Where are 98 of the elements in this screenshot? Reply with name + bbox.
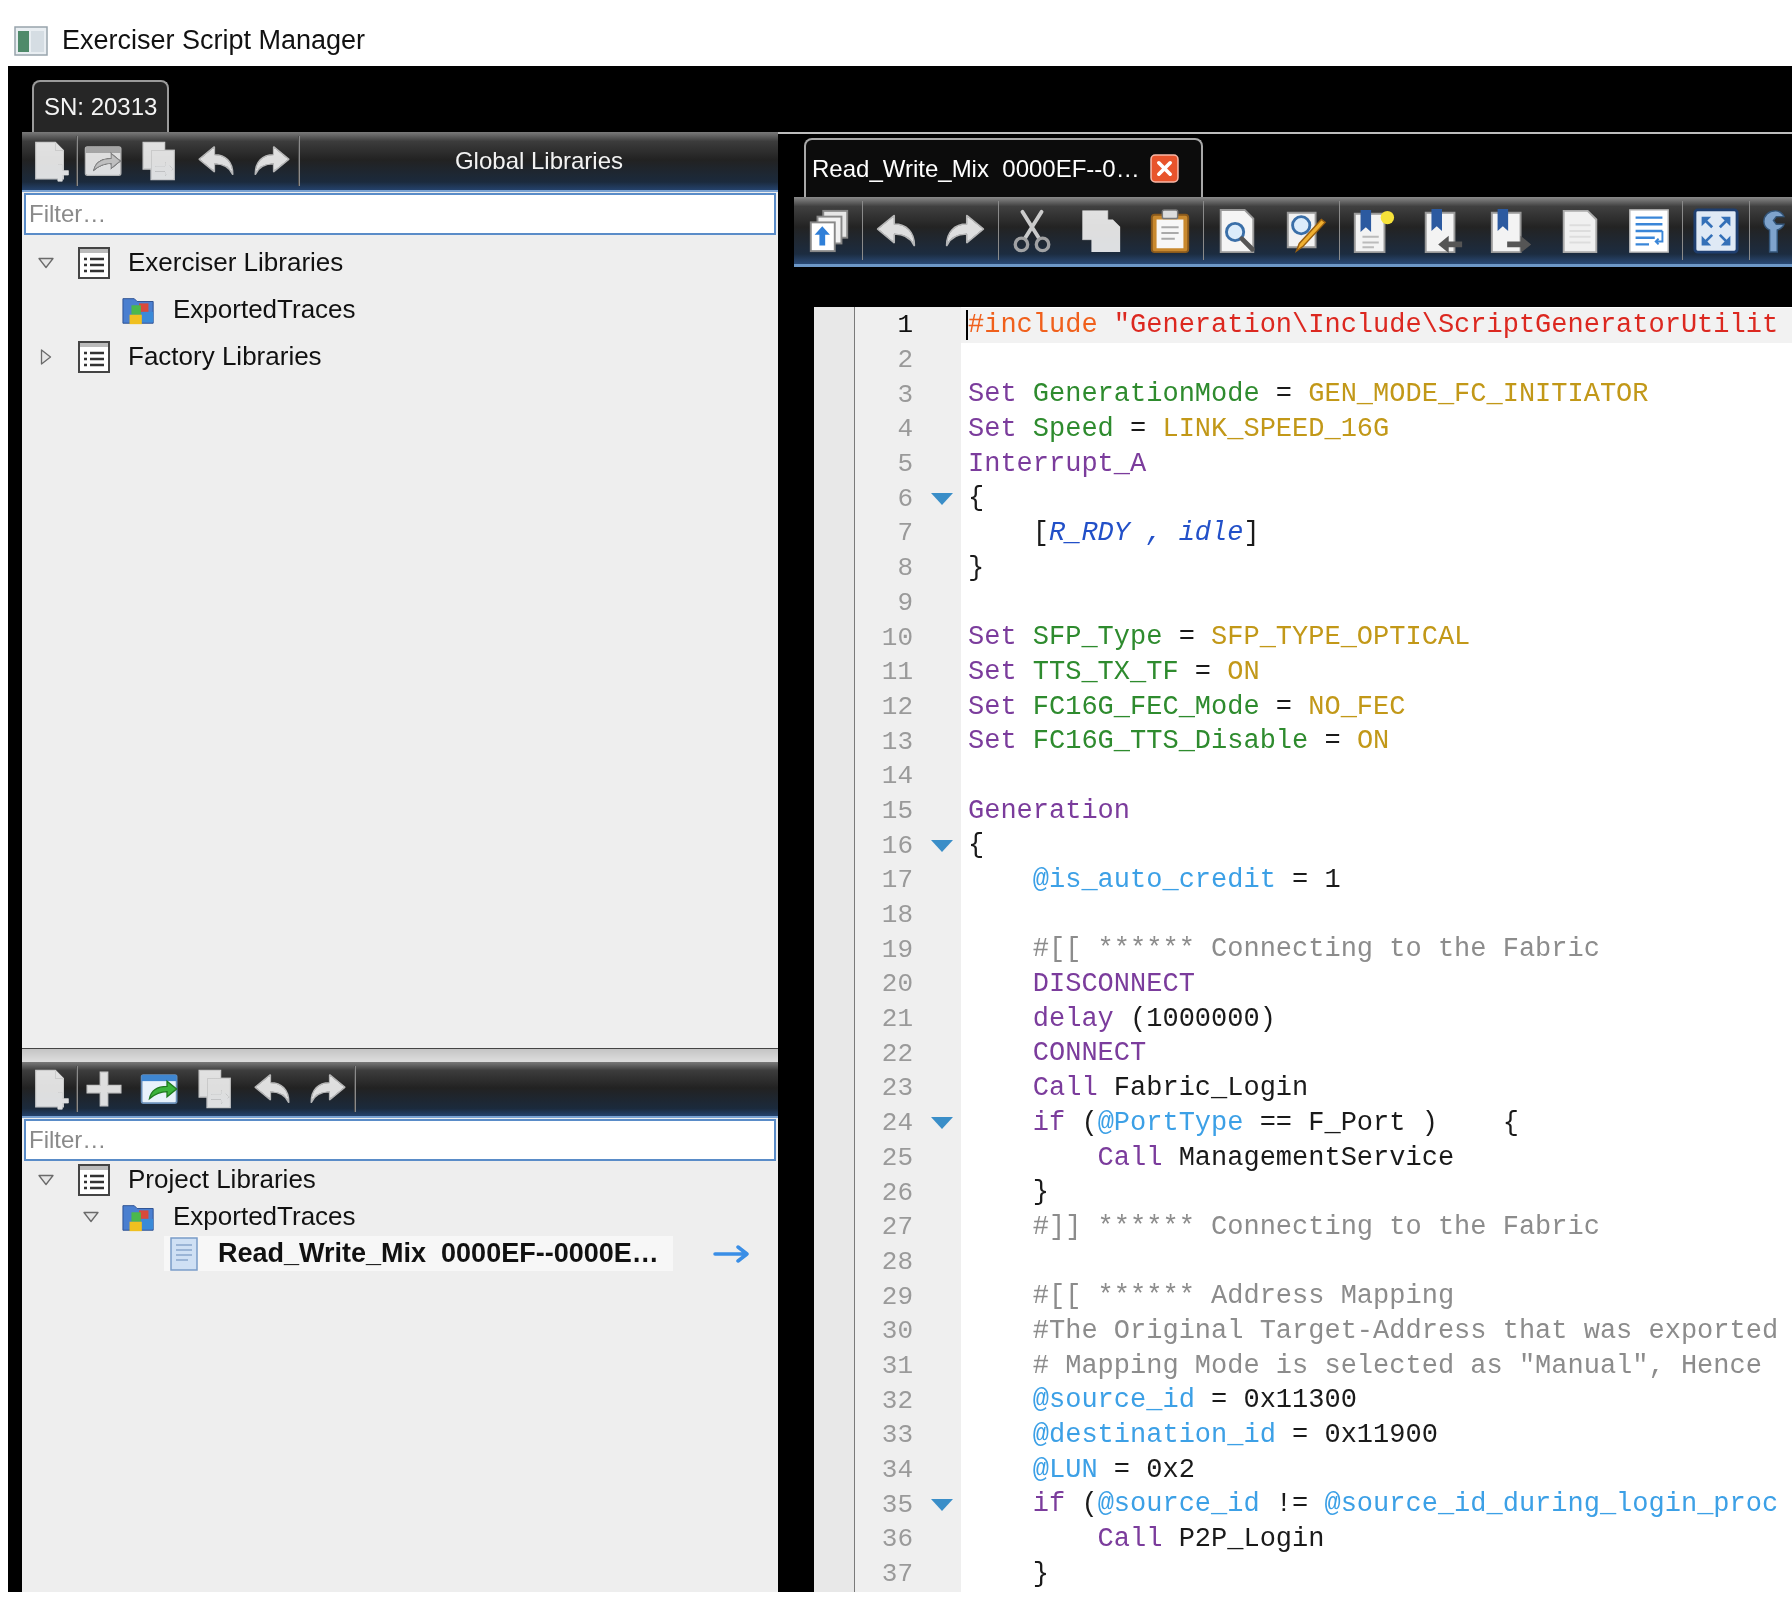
code-line: @is_auto_credit = 1 bbox=[1031, 864, 1341, 897]
code-line: #[[ ****** Connecting to the Fabric bbox=[1031, 933, 1600, 967]
code-line: Interrupt_A bbox=[968, 447, 1147, 481]
caret-down-icon[interactable] bbox=[930, 1497, 954, 1512]
close-icon[interactable] bbox=[1149, 154, 1179, 183]
line-number: 18 bbox=[880, 900, 913, 931]
line-number: 22 bbox=[880, 1038, 913, 1069]
code-line: delay (1000000) bbox=[1031, 1002, 1276, 1036]
line-number: 7 bbox=[896, 518, 913, 549]
line-number: 36 bbox=[880, 1524, 913, 1555]
tree-item[interactable]: Exerciser Libraries bbox=[74, 245, 358, 280]
caret-down-icon[interactable] bbox=[930, 491, 954, 506]
list-icon bbox=[77, 245, 111, 280]
code-line: Call P2P_Login bbox=[1096, 1523, 1325, 1557]
code-line: [R_RDY , idle] bbox=[1031, 517, 1260, 551]
code-line: Set TTS_TX_TF = ON bbox=[968, 655, 1260, 689]
document-icon bbox=[167, 1236, 201, 1271]
window-icon bbox=[14, 25, 48, 56]
line-number: 17 bbox=[880, 865, 913, 896]
tree-item[interactable]: Project Libraries bbox=[74, 1162, 330, 1197]
line-number: 34 bbox=[880, 1455, 913, 1486]
code-line: CONNECT bbox=[1031, 1037, 1147, 1071]
caret-down-icon[interactable] bbox=[930, 1116, 954, 1131]
code-line: Set GenerationMode = GEN_MODE_FC_INITIATOR bbox=[968, 378, 1649, 412]
line-number: 25 bbox=[880, 1142, 913, 1173]
text-cursor bbox=[966, 310, 968, 341]
editor-tab[interactable]: Read_Write_Mix 0000EF--0… bbox=[804, 138, 1203, 197]
code-line: Call ManagementService bbox=[1096, 1141, 1455, 1175]
code-line: #[[ ****** Address Mapping bbox=[1031, 1280, 1455, 1314]
line-number: 8 bbox=[896, 553, 913, 584]
code-line: Set SFP_Type = SFP_TYPE_OPTICAL bbox=[968, 621, 1471, 655]
line-number: 32 bbox=[880, 1385, 913, 1416]
window-title: Exerciser Script Manager bbox=[62, 25, 366, 56]
line-number: 24 bbox=[880, 1108, 913, 1139]
code-line: Call Fabric_Login bbox=[1031, 1072, 1309, 1106]
splitter-handle[interactable] bbox=[22, 1048, 778, 1062]
text-lines-icon[interactable] bbox=[1626, 207, 1672, 254]
line-number: 1 bbox=[896, 310, 913, 341]
device-tab[interactable]: SN: 20313 bbox=[32, 80, 170, 132]
line-number: 9 bbox=[896, 587, 913, 618]
code-line: } bbox=[968, 551, 985, 585]
line-number: 5 bbox=[896, 449, 913, 480]
line-number: 37 bbox=[880, 1559, 913, 1590]
line-number: 30 bbox=[880, 1316, 913, 1347]
tree-item[interactable]: ExportedTraces bbox=[119, 1199, 370, 1234]
line-number: 26 bbox=[880, 1177, 913, 1208]
bookmark-right-arrow-icon[interactable] bbox=[1488, 207, 1534, 254]
line-number: 15 bbox=[880, 795, 913, 826]
line-number: 14 bbox=[880, 761, 913, 792]
line-number: 3 bbox=[896, 379, 913, 410]
list-icon bbox=[77, 1162, 111, 1197]
caret-right-icon[interactable] bbox=[38, 348, 54, 365]
line-number: 6 bbox=[896, 483, 913, 514]
panel-title: Global Libraries bbox=[454, 147, 624, 175]
tree-item[interactable]: Read_Write_Mix 0000EF--0000E… bbox=[164, 1236, 673, 1271]
line-number: 4 bbox=[896, 414, 913, 445]
code-line: @destination_id = 0x11900 bbox=[1031, 1419, 1438, 1452]
filter-field[interactable]: Filter… bbox=[24, 1119, 776, 1161]
line-number: 16 bbox=[880, 830, 913, 861]
code-line: { bbox=[968, 482, 985, 516]
line-number: 12 bbox=[880, 691, 913, 722]
line-number: 23 bbox=[880, 1073, 913, 1104]
code-line: if (@PortType == F_Port ) { bbox=[1031, 1106, 1519, 1140]
code-line: #include "Generation\Include\ScriptGeneratorUtilit bbox=[968, 309, 1779, 342]
line-number: 28 bbox=[880, 1246, 913, 1277]
code-line: @LUN = 0x2 bbox=[1031, 1453, 1195, 1487]
line-number: 29 bbox=[880, 1281, 913, 1312]
code-line: Set FC16G_FEC_Mode = NO_FEC bbox=[968, 690, 1406, 724]
line-number: 27 bbox=[880, 1212, 913, 1243]
code-line: Set Speed = LINK_SPEED_16G bbox=[968, 413, 1390, 447]
line-number: 20 bbox=[880, 969, 913, 1000]
code-line: if (@source_id != @source_id_during_login_proc bbox=[1031, 1488, 1779, 1522]
code-line: Set FC16G_TTS_Disable = ON bbox=[968, 725, 1390, 759]
line-number: 35 bbox=[880, 1489, 913, 1520]
code-line: { bbox=[968, 829, 985, 863]
tree-item[interactable]: ExportedTraces bbox=[119, 292, 370, 327]
code-line: } bbox=[1031, 1176, 1049, 1210]
wrench-icon[interactable] bbox=[1760, 207, 1786, 254]
expand-arrows-icon[interactable] bbox=[1693, 207, 1739, 254]
line-number: 13 bbox=[880, 726, 913, 757]
line-number: 33 bbox=[880, 1420, 913, 1451]
filter-field[interactable]: Filter… bbox=[24, 193, 776, 235]
caret-down-icon[interactable] bbox=[930, 838, 954, 853]
line-number: 31 bbox=[880, 1350, 913, 1381]
line-number: 21 bbox=[880, 1004, 913, 1035]
line-number: 19 bbox=[880, 934, 913, 965]
code-line: DISCONNECT bbox=[1031, 968, 1195, 1002]
code-line: #]] ****** Connecting to the Fabric bbox=[1031, 1210, 1600, 1244]
list-icon bbox=[77, 339, 111, 374]
line-number: 11 bbox=[880, 657, 913, 688]
code-line: } bbox=[1031, 1557, 1049, 1591]
line-number: 10 bbox=[880, 622, 913, 653]
line-number: 2 bbox=[896, 345, 913, 376]
code-line: @source_id = 0x11300 bbox=[1031, 1384, 1357, 1418]
code-line: # Mapping Mode is selected as "Manual", Hence bbox=[1031, 1349, 1762, 1383]
tree-item[interactable]: Factory Libraries bbox=[74, 339, 336, 374]
code-line: Generation bbox=[968, 794, 1131, 828]
code-line: #The Original Target-Address that was exported bbox=[1031, 1314, 1779, 1348]
